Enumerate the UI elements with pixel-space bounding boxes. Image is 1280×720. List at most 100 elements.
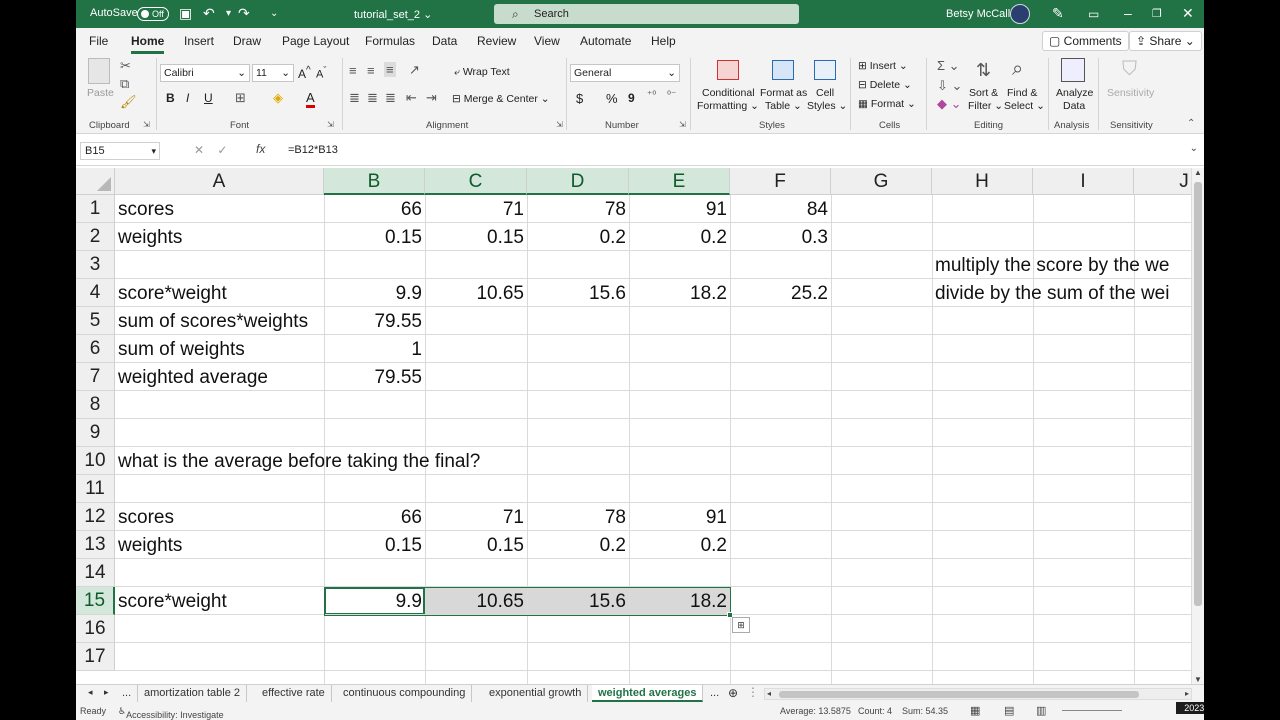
- analyze-data-line1[interactable]: Analyze: [1056, 87, 1093, 99]
- ribbon-display-icon[interactable]: ▭: [1088, 7, 1099, 21]
- scroll-right-icon[interactable]: ▸: [1185, 689, 1189, 698]
- customize-toolbar-icon[interactable]: ⌄: [270, 8, 278, 19]
- align-center-icon[interactable]: ≣: [367, 90, 378, 106]
- name-box[interactable]: B15 ▾: [80, 142, 160, 160]
- format-as-table-line2[interactable]: Table ⌄: [765, 100, 802, 112]
- avatar[interactable]: [1010, 4, 1030, 24]
- alignment-launcher-icon[interactable]: ⇲: [556, 120, 563, 129]
- format-as-table-icon[interactable]: [772, 60, 794, 80]
- autosum-icon[interactable]: Σ ⌄: [937, 58, 960, 74]
- clipboard-launcher-icon[interactable]: ⇲: [143, 120, 150, 129]
- sheet-tab-more-left[interactable]: ...: [116, 685, 139, 702]
- cell-a6[interactable]: sum of weights: [115, 335, 245, 363]
- number-format-select[interactable]: General ⌄: [570, 64, 680, 82]
- row-header-7[interactable]: 7: [76, 363, 115, 391]
- cell-e13[interactable]: 0.2: [629, 531, 730, 559]
- tab-home[interactable]: Home: [131, 34, 165, 54]
- cell-d12[interactable]: 78: [527, 503, 629, 531]
- tab-file[interactable]: File: [89, 34, 108, 48]
- row-header-15[interactable]: 15: [76, 587, 115, 615]
- fill-color-icon[interactable]: ◈: [273, 90, 283, 106]
- sheet-tab-effective-rate[interactable]: effective rate: [256, 685, 332, 702]
- tab-view[interactable]: View: [534, 34, 560, 48]
- user-name[interactable]: Betsy McCall: [946, 8, 1010, 20]
- tab-automate[interactable]: Automate: [580, 34, 631, 48]
- cell-a2[interactable]: weights: [115, 223, 182, 251]
- conditional-formatting-icon[interactable]: [717, 60, 739, 80]
- align-middle-icon[interactable]: ≡: [367, 63, 375, 78]
- conditional-formatting-line2[interactable]: Formatting ⌄: [697, 100, 759, 112]
- formula-input[interactable]: =B12*B13: [288, 144, 338, 156]
- italic-button[interactable]: I: [186, 91, 189, 105]
- cell-a5[interactable]: sum of scores*weights: [115, 307, 308, 335]
- cancel-confirm-icons[interactable]: ✕ ✓: [194, 143, 227, 157]
- paste-label[interactable]: Paste: [87, 87, 114, 99]
- restore-icon[interactable]: ❐: [1152, 7, 1162, 20]
- copy-icon[interactable]: ⧉: [120, 76, 129, 92]
- tab-page-layout[interactable]: Page Layout: [282, 34, 349, 48]
- analyze-data-icon[interactable]: [1061, 58, 1085, 82]
- share-button[interactable]: ⇪ Share ⌄: [1129, 31, 1202, 51]
- cell-h4[interactable]: divide by the sum of the wei: [932, 279, 1169, 307]
- normal-view-icon[interactable]: ▦: [970, 704, 980, 717]
- status-average[interactable]: Average: 13.5875: [780, 706, 851, 716]
- sort-filter-icon[interactable]: ⇅: [976, 60, 991, 81]
- column-header-h[interactable]: H: [932, 168, 1033, 195]
- page-break-view-icon[interactable]: ▥: [1036, 704, 1046, 717]
- column-header-g[interactable]: G: [831, 168, 932, 195]
- tab-formulas[interactable]: Formulas: [365, 34, 415, 48]
- cell-b4[interactable]: 9.9: [324, 279, 425, 307]
- column-header-f[interactable]: F: [730, 168, 831, 195]
- wrap-text-button[interactable]: ⤶ Wrap Text: [454, 66, 510, 79]
- font-name-select[interactable]: Calibri ⌄: [160, 64, 250, 82]
- autosave-toggle[interactable]: Off: [137, 7, 169, 21]
- pen-icon[interactable]: ✎: [1052, 5, 1064, 22]
- align-left-icon[interactable]: ≣: [349, 90, 360, 106]
- find-select-icon[interactable]: ⌕: [1012, 58, 1023, 81]
- cell-f4[interactable]: 25.2: [730, 279, 831, 307]
- prev-sheet-icon[interactable]: ◂: [88, 687, 93, 698]
- scroll-down-icon[interactable]: ▼: [1194, 675, 1202, 684]
- sheet-tab-amortization-table-2[interactable]: amortization table 2: [138, 685, 247, 702]
- accessibility-status[interactable]: ♿ Accessibility: Investigate: [118, 706, 224, 720]
- font-size-select[interactable]: 11 ⌄: [252, 64, 294, 82]
- scroll-up-icon[interactable]: ▲: [1194, 168, 1202, 177]
- cell-e12[interactable]: 91: [629, 503, 730, 531]
- select-all-corner[interactable]: [76, 168, 115, 195]
- conditional-formatting-line1[interactable]: Conditional: [702, 87, 755, 99]
- tab-insert[interactable]: Insert: [184, 34, 214, 48]
- row-header-3[interactable]: 3: [76, 251, 115, 279]
- redo-icon[interactable]: ↷: [238, 5, 250, 22]
- cell-d4[interactable]: 15.6: [527, 279, 629, 307]
- tab-split-handle-icon[interactable]: ⋮: [747, 685, 759, 699]
- column-header-a[interactable]: A: [115, 168, 324, 195]
- sensitivity-button[interactable]: Sensitivity: [1107, 87, 1154, 99]
- zoom-slider[interactable]: [1062, 710, 1122, 711]
- find-select-line2[interactable]: Select ⌄: [1004, 100, 1045, 112]
- tab-draw[interactable]: Draw: [233, 34, 261, 48]
- row-header-6[interactable]: 6: [76, 335, 115, 363]
- analyze-data-line2[interactable]: Data: [1063, 100, 1085, 112]
- merge-center-button[interactable]: ⊟ Merge & Center ⌄: [452, 93, 550, 105]
- cell-e4[interactable]: 18.2: [629, 279, 730, 307]
- scroll-left-icon[interactable]: ◂: [767, 689, 771, 698]
- close-icon[interactable]: ✕: [1182, 5, 1194, 22]
- cell-d13[interactable]: 0.2: [527, 531, 629, 559]
- undo-dropdown-icon[interactable]: ▾: [226, 8, 231, 19]
- row-header-2[interactable]: 2: [76, 223, 115, 251]
- row-header-4[interactable]: 4: [76, 279, 115, 307]
- clear-icon[interactable]: ◆ ⌄: [937, 96, 962, 112]
- vertical-scrollbar[interactable]: ▲ ▼: [1191, 168, 1204, 684]
- row-header-10[interactable]: 10: [76, 447, 115, 475]
- cell-b5[interactable]: 79.55: [324, 307, 425, 335]
- cell-f2[interactable]: 0.3: [730, 223, 831, 251]
- cell-a7[interactable]: weighted average: [115, 363, 268, 391]
- orientation-icon[interactable]: ↗: [409, 62, 420, 78]
- save-icon[interactable]: ▣: [179, 5, 192, 22]
- cell-a13[interactable]: weights: [115, 531, 182, 559]
- status-sum[interactable]: Sum: 54.35: [902, 706, 948, 716]
- document-name[interactable]: tutorial_set_2 ⌄: [354, 8, 432, 21]
- align-bottom-icon[interactable]: ≡: [384, 62, 396, 77]
- cell-d1[interactable]: 78: [527, 195, 629, 223]
- cell-styles-line1[interactable]: Cell: [816, 87, 834, 99]
